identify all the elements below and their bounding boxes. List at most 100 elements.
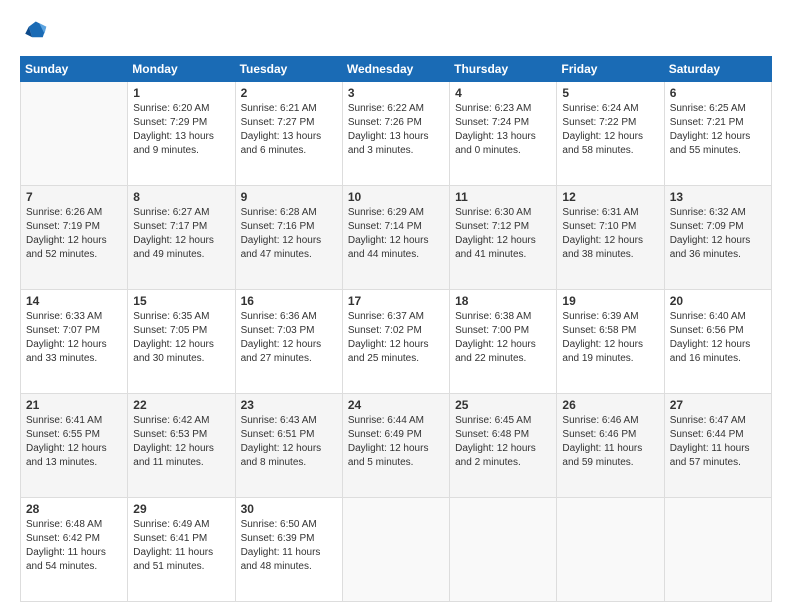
calendar-day-cell: 23 Sunrise: 6:43 AM Sunset: 6:51 PM Dayli… xyxy=(235,394,342,498)
day-info: Sunrise: 6:24 AM Sunset: 7:22 PM Dayligh… xyxy=(562,102,658,158)
day-number: 2 xyxy=(241,86,337,100)
day-number: 19 xyxy=(562,294,658,308)
day-info: Sunrise: 6:48 AM Sunset: 6:42 PM Dayligh… xyxy=(26,518,122,574)
calendar-week-row: 21Sunrise: 6:41 AM Sunset: 6:55 PM Dayli… xyxy=(21,394,772,498)
calendar-day-cell: 18Sunrise: 6:38 AM Sunset: 7:00 PM Dayli… xyxy=(450,290,557,394)
day-number: 30 xyxy=(241,502,337,516)
calendar-day-cell: 2 Sunrise: 6:21 AM Sunset: 7:27 PM Daylig… xyxy=(235,82,342,186)
header-sunday: Sunday xyxy=(21,57,128,82)
calendar-day-cell: 17 Sunrise: 6:37 AM Sunset: 7:02 PM Dayli… xyxy=(342,290,449,394)
day-number: 5 xyxy=(562,86,658,100)
calendar-day-cell xyxy=(450,498,557,602)
day-number: 9 xyxy=(241,190,337,204)
day-number: 7 xyxy=(26,190,122,204)
calendar-week-row: 1 Sunrise: 6:20 AM Sunset: 7:29 PM Daylig… xyxy=(21,82,772,186)
calendar-week-row: 14Sunrise: 6:33 AM Sunset: 7:07 PM Dayli… xyxy=(21,290,772,394)
day-number: 20 xyxy=(670,294,766,308)
day-number: 6 xyxy=(670,86,766,100)
calendar-day-cell: 5 Sunrise: 6:24 AM Sunset: 7:22 PM Daylig… xyxy=(557,82,664,186)
day-number: 3 xyxy=(348,86,444,100)
calendar-day-cell xyxy=(664,498,771,602)
calendar-day-cell: 21Sunrise: 6:41 AM Sunset: 6:55 PM Dayli… xyxy=(21,394,128,498)
calendar-day-cell: 19 Sunrise: 6:39 AM Sunset: 6:58 PM Dayli… xyxy=(557,290,664,394)
day-number: 13 xyxy=(670,190,766,204)
day-info: Sunrise: 6:27 AM Sunset: 7:17 PM Dayligh… xyxy=(133,206,229,262)
day-number: 24 xyxy=(348,398,444,412)
day-number: 28 xyxy=(26,502,122,516)
day-info: Sunrise: 6:21 AM Sunset: 7:27 PM Dayligh… xyxy=(241,102,337,158)
day-number: 27 xyxy=(670,398,766,412)
day-info: Sunrise: 6:45 AM Sunset: 6:48 PM Dayligh… xyxy=(455,414,551,470)
calendar-day-cell: 28 Sunrise: 6:48 AM Sunset: 6:42 PM Dayli… xyxy=(21,498,128,602)
day-number: 29 xyxy=(133,502,229,516)
day-info: Sunrise: 6:33 AM Sunset: 7:07 PM Dayligh… xyxy=(26,310,122,366)
calendar-day-cell: 7 Sunrise: 6:26 AM Sunset: 7:19 PM Daylig… xyxy=(21,186,128,290)
calendar-day-cell: 20 Sunrise: 6:40 AM Sunset: 6:56 PM Dayli… xyxy=(664,290,771,394)
day-number: 16 xyxy=(241,294,337,308)
day-info: Sunrise: 6:28 AM Sunset: 7:16 PM Dayligh… xyxy=(241,206,337,262)
day-info: Sunrise: 6:22 AM Sunset: 7:26 PM Dayligh… xyxy=(348,102,444,158)
day-info: Sunrise: 6:26 AM Sunset: 7:19 PM Dayligh… xyxy=(26,206,122,262)
day-info: Sunrise: 6:32 AM Sunset: 7:09 PM Dayligh… xyxy=(670,206,766,262)
day-info: Sunrise: 6:41 AM Sunset: 6:55 PM Dayligh… xyxy=(26,414,122,470)
calendar-table: Sunday Monday Tuesday Wednesday Thursday… xyxy=(20,56,772,602)
calendar-day-cell: 10 Sunrise: 6:29 AM Sunset: 7:14 PM Dayli… xyxy=(342,186,449,290)
calendar-day-cell xyxy=(21,82,128,186)
day-info: Sunrise: 6:36 AM Sunset: 7:03 PM Dayligh… xyxy=(241,310,337,366)
calendar-day-cell: 22Sunrise: 6:42 AM Sunset: 6:53 PM Dayli… xyxy=(128,394,235,498)
calendar-day-cell: 27 Sunrise: 6:47 AM Sunset: 6:44 PM Dayli… xyxy=(664,394,771,498)
calendar-day-cell: 14Sunrise: 6:33 AM Sunset: 7:07 PM Dayli… xyxy=(21,290,128,394)
calendar-day-cell: 3 Sunrise: 6:22 AM Sunset: 7:26 PM Daylig… xyxy=(342,82,449,186)
day-info: Sunrise: 6:31 AM Sunset: 7:10 PM Dayligh… xyxy=(562,206,658,262)
day-number: 23 xyxy=(241,398,337,412)
day-info: Sunrise: 6:38 AM Sunset: 7:00 PM Dayligh… xyxy=(455,310,551,366)
calendar-day-cell: 6 Sunrise: 6:25 AM Sunset: 7:21 PM Daylig… xyxy=(664,82,771,186)
day-info: Sunrise: 6:35 AM Sunset: 7:05 PM Dayligh… xyxy=(133,310,229,366)
day-info: Sunrise: 6:49 AM Sunset: 6:41 PM Dayligh… xyxy=(133,518,229,574)
page: Sunday Monday Tuesday Wednesday Thursday… xyxy=(0,0,792,612)
calendar-day-cell: 11Sunrise: 6:30 AM Sunset: 7:12 PM Dayli… xyxy=(450,186,557,290)
day-number: 22 xyxy=(133,398,229,412)
header xyxy=(20,18,772,46)
logo xyxy=(20,18,52,46)
day-number: 4 xyxy=(455,86,551,100)
day-info: Sunrise: 6:29 AM Sunset: 7:14 PM Dayligh… xyxy=(348,206,444,262)
day-info: Sunrise: 6:25 AM Sunset: 7:21 PM Dayligh… xyxy=(670,102,766,158)
calendar-day-cell: 25 Sunrise: 6:45 AM Sunset: 6:48 PM Dayli… xyxy=(450,394,557,498)
calendar-day-cell: 30 Sunrise: 6:50 AM Sunset: 6:39 PM Dayli… xyxy=(235,498,342,602)
calendar-week-row: 28 Sunrise: 6:48 AM Sunset: 6:42 PM Dayli… xyxy=(21,498,772,602)
day-number: 25 xyxy=(455,398,551,412)
calendar-day-cell: 29 Sunrise: 6:49 AM Sunset: 6:41 PM Dayli… xyxy=(128,498,235,602)
day-info: Sunrise: 6:47 AM Sunset: 6:44 PM Dayligh… xyxy=(670,414,766,470)
day-info: Sunrise: 6:44 AM Sunset: 6:49 PM Dayligh… xyxy=(348,414,444,470)
day-number: 10 xyxy=(348,190,444,204)
day-info: Sunrise: 6:23 AM Sunset: 7:24 PM Dayligh… xyxy=(455,102,551,158)
day-number: 1 xyxy=(133,86,229,100)
calendar-day-cell xyxy=(557,498,664,602)
calendar-day-cell: 16 Sunrise: 6:36 AM Sunset: 7:03 PM Dayli… xyxy=(235,290,342,394)
calendar-day-cell: 26 Sunrise: 6:46 AM Sunset: 6:46 PM Dayli… xyxy=(557,394,664,498)
day-number: 26 xyxy=(562,398,658,412)
header-saturday: Saturday xyxy=(664,57,771,82)
day-info: Sunrise: 6:50 AM Sunset: 6:39 PM Dayligh… xyxy=(241,518,337,574)
header-wednesday: Wednesday xyxy=(342,57,449,82)
day-number: 8 xyxy=(133,190,229,204)
day-info: Sunrise: 6:20 AM Sunset: 7:29 PM Dayligh… xyxy=(133,102,229,158)
header-thursday: Thursday xyxy=(450,57,557,82)
logo-icon xyxy=(20,18,48,46)
calendar-header-row: Sunday Monday Tuesday Wednesday Thursday… xyxy=(21,57,772,82)
day-info: Sunrise: 6:39 AM Sunset: 6:58 PM Dayligh… xyxy=(562,310,658,366)
day-info: Sunrise: 6:46 AM Sunset: 6:46 PM Dayligh… xyxy=(562,414,658,470)
calendar-day-cell: 15Sunrise: 6:35 AM Sunset: 7:05 PM Dayli… xyxy=(128,290,235,394)
day-info: Sunrise: 6:30 AM Sunset: 7:12 PM Dayligh… xyxy=(455,206,551,262)
day-number: 17 xyxy=(348,294,444,308)
calendar-day-cell xyxy=(342,498,449,602)
calendar-day-cell: 4 Sunrise: 6:23 AM Sunset: 7:24 PM Daylig… xyxy=(450,82,557,186)
day-info: Sunrise: 6:37 AM Sunset: 7:02 PM Dayligh… xyxy=(348,310,444,366)
day-info: Sunrise: 6:43 AM Sunset: 6:51 PM Dayligh… xyxy=(241,414,337,470)
day-info: Sunrise: 6:40 AM Sunset: 6:56 PM Dayligh… xyxy=(670,310,766,366)
calendar-day-cell: 13 Sunrise: 6:32 AM Sunset: 7:09 PM Dayli… xyxy=(664,186,771,290)
calendar-week-row: 7 Sunrise: 6:26 AM Sunset: 7:19 PM Daylig… xyxy=(21,186,772,290)
header-tuesday: Tuesday xyxy=(235,57,342,82)
calendar-day-cell: 24 Sunrise: 6:44 AM Sunset: 6:49 PM Dayli… xyxy=(342,394,449,498)
